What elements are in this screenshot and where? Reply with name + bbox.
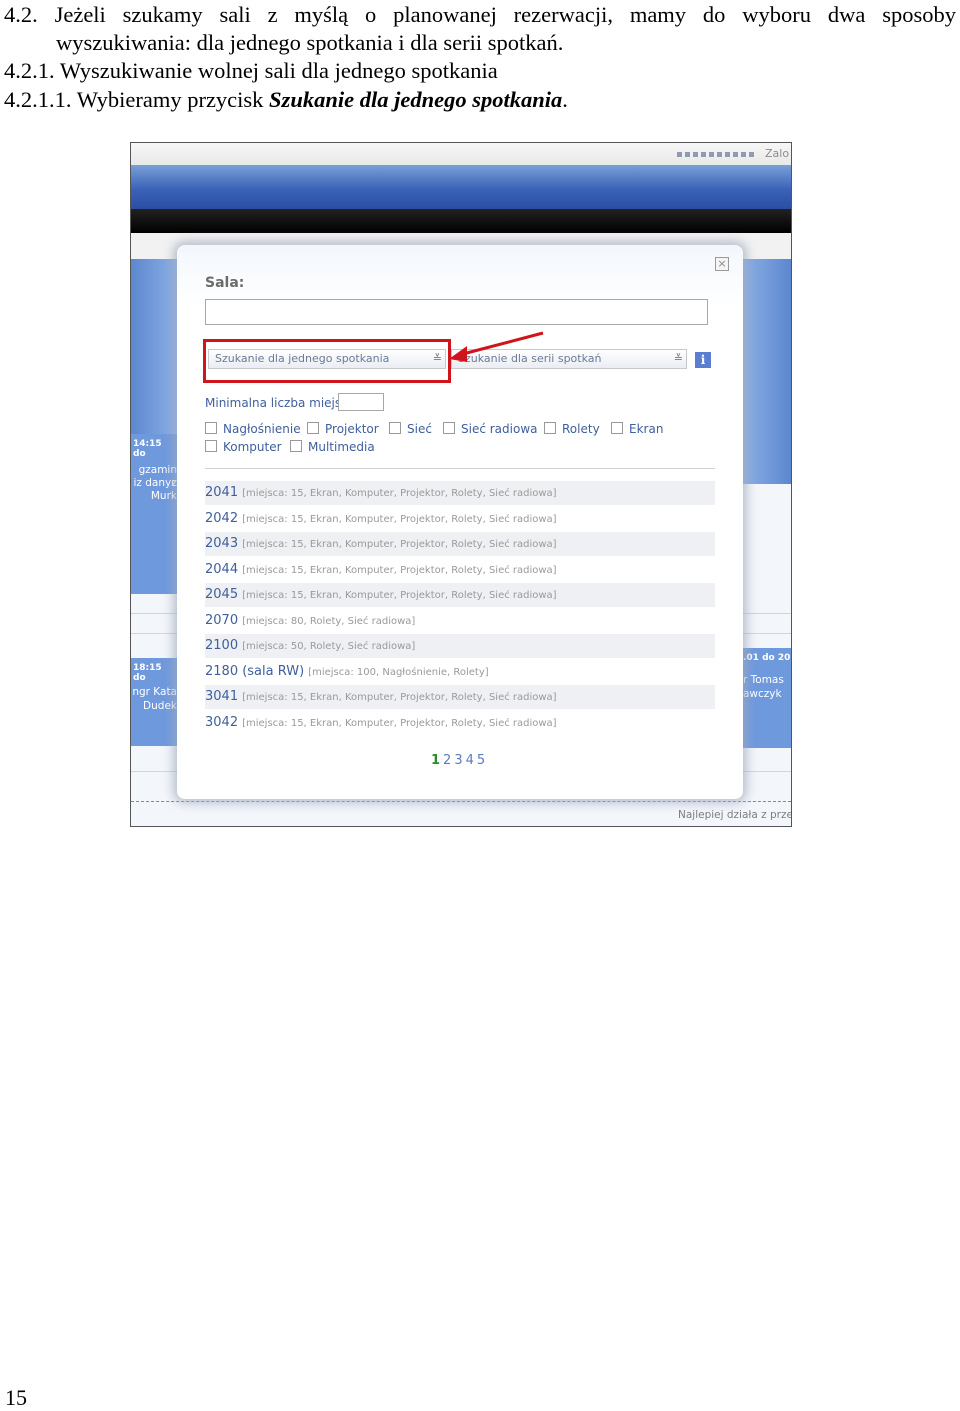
- heading-4-2-line1: 4.2. Jeżeli szukamy sali z myślą o planowanej re…: [4, 2, 956, 28]
- page-number: 15: [5, 1385, 27, 1410]
- word: szukamy: [122, 2, 203, 27]
- step-period: .: [562, 87, 568, 112]
- heading-4-2-1: 4.2.1. Wyszukiwanie wolnej sali dla jedn…: [4, 58, 498, 83]
- word: Jeżeli: [54, 2, 106, 27]
- word: sali: [219, 2, 251, 27]
- step-text: 4.2.1.1. Wybieramy przycisk: [4, 87, 270, 112]
- word: mamy: [629, 2, 687, 27]
- arrow-shaft: [458, 331, 544, 357]
- word: z: [267, 2, 278, 27]
- word: planowanej: [393, 2, 497, 27]
- step-4-2-1-1: 4.2.1.1. Wybieramy przycisk Szukanie dla…: [4, 87, 568, 113]
- word: o: [365, 2, 377, 27]
- heading-4-2-line2: wyszukiwania: dla jednego spotkania i dl…: [56, 30, 564, 55]
- word: dwa: [827, 2, 866, 27]
- app-screenshot: Zalo 14:15 do gzamin z iz danyc Murk 18:…: [130, 142, 792, 827]
- word: myślą: [294, 2, 349, 27]
- word: wyboru: [742, 2, 811, 27]
- word: do: [702, 2, 726, 27]
- word: rezerwacji,: [513, 2, 613, 27]
- pointer-arrow: [449, 331, 544, 362]
- step-button-name: Szukanie dla jednego spotkania: [269, 87, 563, 112]
- arrow-head: [449, 346, 467, 362]
- word: 4.2.: [4, 2, 38, 27]
- word: sposoby: [882, 2, 956, 27]
